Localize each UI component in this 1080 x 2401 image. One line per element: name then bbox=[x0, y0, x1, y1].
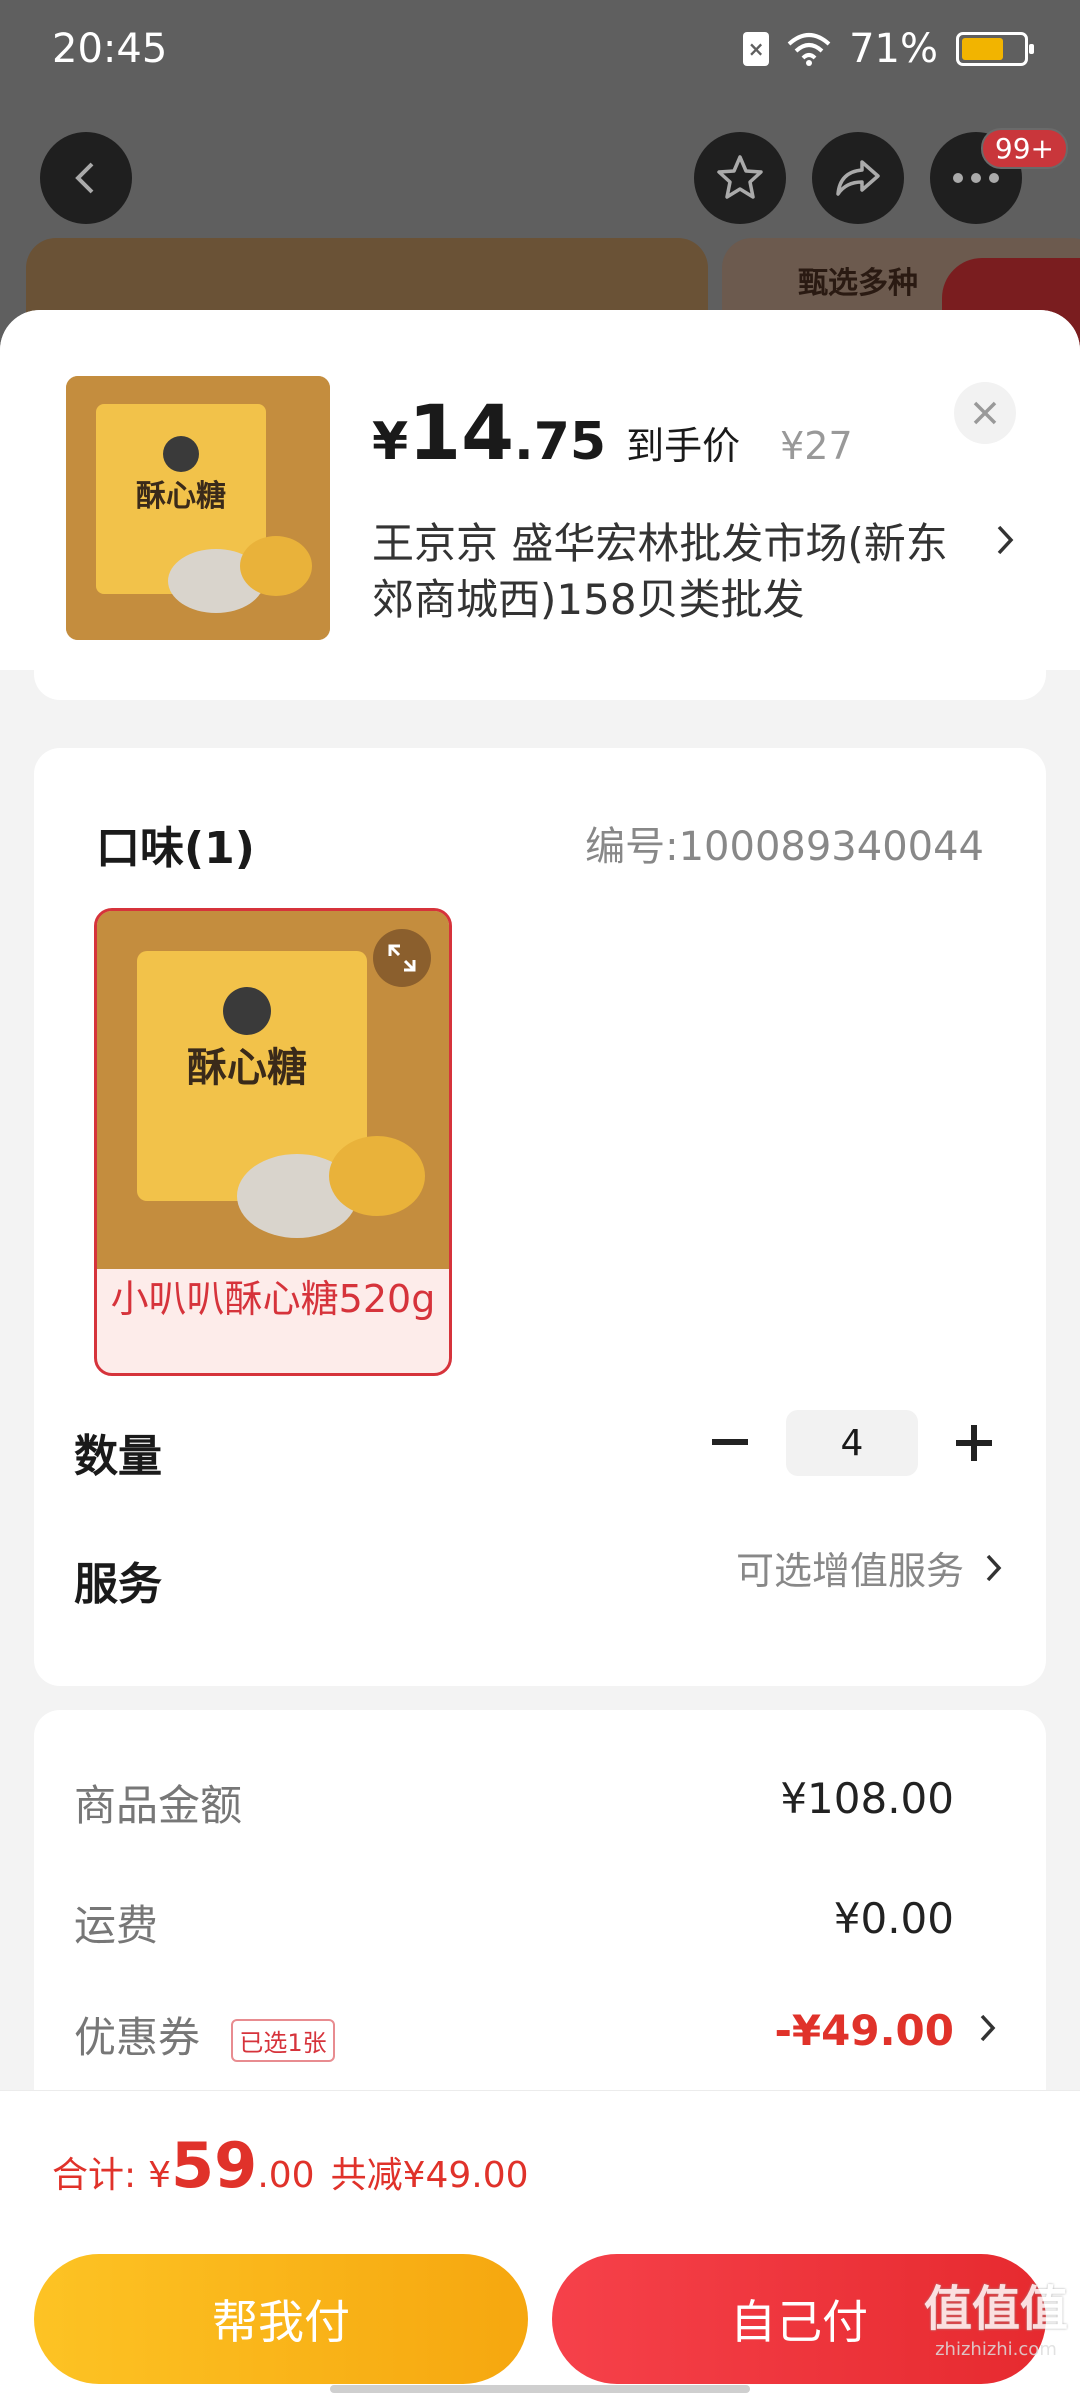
quantity-input[interactable]: 4 bbox=[786, 1410, 918, 1476]
quantity-stepper: 4 bbox=[700, 1410, 1004, 1476]
total-integer: 59 bbox=[171, 2129, 258, 2202]
back-button[interactable] bbox=[40, 132, 132, 224]
expand-icon bbox=[388, 944, 416, 972]
product-header: 酥心糖 ¥ 14 .75 到手价 ¥27 王京京 盛华宏林批发市场(新东郊商城西… bbox=[0, 310, 1080, 670]
more-badge: 99+ bbox=[980, 128, 1068, 169]
battery-icon bbox=[956, 32, 1034, 66]
quantity-label: 数量 bbox=[74, 1431, 162, 1482]
chevron-left-icon bbox=[75, 162, 94, 194]
shipping-value: ¥0.00 bbox=[833, 1894, 954, 1943]
status-time: 20:45 bbox=[52, 26, 168, 72]
star-icon bbox=[717, 155, 763, 199]
goods-amount-label: 商品金额 bbox=[74, 1781, 243, 1830]
shipping-label: 运费 bbox=[74, 1901, 159, 1950]
more-icon bbox=[953, 173, 999, 183]
total-symbol: ¥ bbox=[148, 2155, 172, 2196]
increase-button[interactable] bbox=[944, 1413, 1004, 1473]
watermark: 值值值 zhizhizhi.com bbox=[924, 2269, 1068, 2360]
share-button[interactable] bbox=[812, 132, 904, 224]
product-image: 酥心糖 bbox=[66, 376, 330, 640]
battery-percent: 71% bbox=[849, 26, 938, 72]
sku-number: 编号:100089340044 bbox=[585, 824, 984, 870]
price-tag: 到手价 bbox=[626, 424, 741, 468]
price-integer: 14 bbox=[408, 388, 514, 477]
option-group-title: 口味(1) bbox=[96, 823, 255, 874]
plus-icon bbox=[956, 1425, 992, 1461]
coupon-selected-tag: 已选1张 bbox=[231, 2019, 335, 2062]
decrease-button[interactable] bbox=[700, 1413, 760, 1473]
original-price: ¥27 bbox=[780, 424, 853, 468]
close-icon bbox=[973, 401, 997, 425]
help-pay-button[interactable]: 帮我付 bbox=[34, 2254, 528, 2384]
chevron-right-icon bbox=[986, 1554, 1002, 1581]
wifi-icon bbox=[787, 33, 831, 66]
coupon-label: 优惠券 bbox=[74, 2013, 201, 2062]
product-image-title: 酥心糖 bbox=[136, 479, 226, 514]
home-indicator[interactable] bbox=[330, 2385, 750, 2393]
minus-icon bbox=[712, 1439, 748, 1445]
status-bar: 20:45 × 71% bbox=[0, 0, 1080, 100]
status-icons: × 71% bbox=[743, 26, 1034, 72]
sku-sheet: 酥心糖 ¥ 14 .75 到手价 ¥27 王京京 盛华宏林批发市场(新东郊商城西… bbox=[0, 310, 1080, 2400]
total-label: 合计: bbox=[52, 2155, 137, 2196]
chevron-right-icon[interactable] bbox=[978, 2012, 998, 2044]
checkout-bar: 合计: ¥ 59 .00 共减¥49.00 帮我付 自己付 bbox=[0, 2090, 1080, 2401]
product-thumbnail[interactable]: 酥心糖 bbox=[66, 376, 330, 640]
coupon-row-label: 优惠券 已选1张 bbox=[74, 2004, 335, 2065]
share-icon bbox=[836, 160, 880, 196]
spacer-card bbox=[34, 650, 1046, 700]
options-card: 口味(1) 编号:100089340044 酥心糖 小叭叭酥心糖520g 数量 bbox=[34, 748, 1046, 1686]
price-decimal: .75 bbox=[513, 412, 607, 472]
option-item-selected[interactable]: 酥心糖 小叭叭酥心糖520g bbox=[94, 908, 452, 1376]
shop-name[interactable]: 王京京 盛华宏林批发市场(新东郊商城西)158贝类批发 bbox=[372, 516, 972, 628]
expand-image-button[interactable] bbox=[373, 929, 431, 987]
total-row: 合计: ¥ 59 .00 共减¥49.00 bbox=[52, 2129, 529, 2202]
no-sim-icon: × bbox=[743, 32, 770, 66]
total-reduce: 共减¥49.00 bbox=[330, 2155, 529, 2196]
service-hint: 可选增值服务 bbox=[735, 1549, 964, 1593]
price-symbol: ¥ bbox=[372, 412, 409, 472]
option-image-title: 酥心糖 bbox=[187, 1045, 307, 1091]
total-decimal: .00 bbox=[257, 2155, 315, 2196]
service-selector[interactable]: 可选增值服务 bbox=[736, 1540, 1004, 1595]
watermark-main: 值值值 bbox=[923, 2281, 1068, 2337]
price-row: ¥ 14 .75 到手价 ¥27 bbox=[372, 388, 853, 477]
goods-amount-value: ¥108.00 bbox=[780, 1774, 954, 1823]
watermark-sub: zhizhizhi.com bbox=[935, 2339, 1057, 2360]
background-card-text: 甄选多种 bbox=[798, 266, 918, 301]
coupon-value[interactable]: -¥49.00 bbox=[774, 2006, 954, 2055]
option-name: 小叭叭酥心糖520g bbox=[110, 1277, 436, 1321]
favorite-button[interactable] bbox=[694, 132, 786, 224]
service-label: 服务 bbox=[74, 1559, 162, 1610]
close-button[interactable] bbox=[954, 382, 1016, 444]
option-image: 酥心糖 bbox=[97, 911, 449, 1269]
chevron-right-icon bbox=[997, 525, 1014, 555]
